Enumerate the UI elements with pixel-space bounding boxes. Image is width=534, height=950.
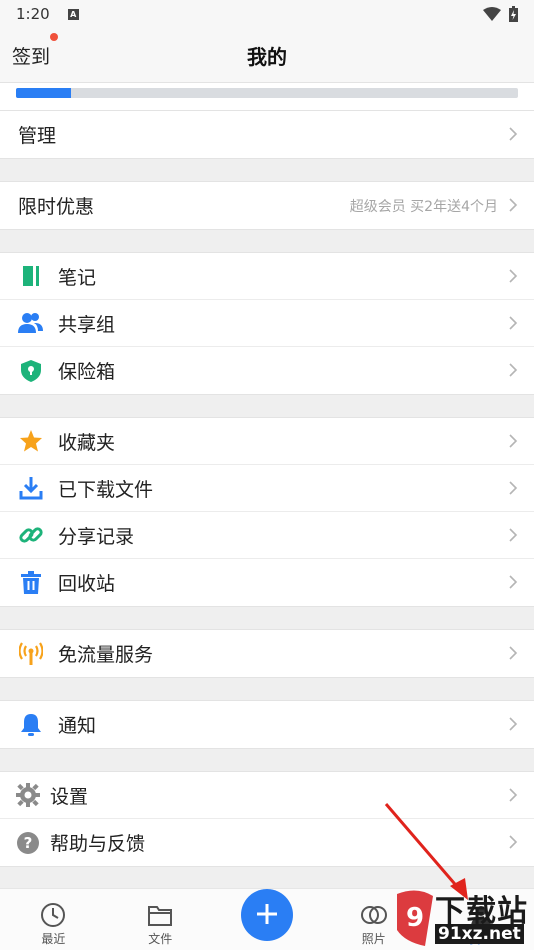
chevron-right-icon (509, 363, 518, 377)
manage-label: 管理 (18, 125, 57, 147)
chevron-right-icon (509, 316, 518, 330)
tools-section-1: 笔记 共享组 保险箱 (0, 252, 534, 395)
group-icon (0, 312, 46, 334)
chevron-right-icon (509, 481, 518, 495)
free-traffic-row[interactable]: 免流量服务 (0, 630, 534, 677)
antenna-icon (0, 641, 46, 666)
settings-label: 设置 (50, 785, 89, 808)
app-notification-icon: A (67, 8, 79, 20)
chevron-right-icon (509, 835, 518, 849)
promo-row[interactable]: 限时优惠 超级会员 买2年送4个月 (0, 182, 534, 229)
gear-icon (0, 783, 46, 807)
battery-icon (509, 6, 518, 22)
watermark-logo: 9 下载站 91xz.net (395, 886, 530, 948)
tab-add[interactable] (214, 889, 321, 950)
svg-text:9: 9 (406, 903, 424, 933)
safe-box-row[interactable]: 保险箱 (0, 347, 534, 394)
chevron-right-icon (509, 434, 518, 448)
watermark-text-url: 91xz.net (435, 924, 524, 944)
storage-bar-area[interactable] (0, 82, 534, 110)
favorites-label: 收藏夹 (58, 431, 116, 454)
top-header: 签到 我的 (0, 28, 534, 82)
wifi-icon (483, 7, 501, 21)
shared-group-label: 共享组 (58, 313, 116, 336)
recycle-bin-row[interactable]: 回收站 (0, 559, 534, 606)
link-icon (0, 523, 46, 547)
tools-section-2: 收藏夹 已下载文件 分享记录 回收站 (0, 417, 534, 607)
shield-icon (0, 359, 46, 383)
status-time: 1:20 (16, 5, 50, 23)
downloaded-files-row[interactable]: 已下载文件 (0, 465, 534, 512)
downloaded-files-label: 已下载文件 (58, 478, 154, 501)
status-bar: 1:20 A (0, 0, 534, 28)
folder-icon (148, 906, 173, 926)
shared-group-row[interactable]: 共享组 (0, 300, 534, 347)
tab-files-label: 文件 (148, 932, 173, 946)
signin-button[interactable]: 签到 (12, 42, 50, 69)
download-icon (0, 476, 46, 500)
tools-section-4: 通知 (0, 700, 534, 749)
star-icon (0, 429, 46, 453)
help-feedback-label: 帮助与反馈 (50, 833, 146, 855)
chevron-right-icon (509, 269, 518, 283)
chevron-right-icon (509, 198, 518, 212)
tools-section-3: 免流量服务 (0, 629, 534, 678)
free-traffic-label: 免流量服务 (58, 644, 154, 666)
storage-progress (16, 88, 518, 98)
notification-row[interactable]: 通知 (0, 701, 534, 748)
tab-files[interactable]: 文件 (107, 889, 214, 950)
signin-red-dot (50, 33, 58, 41)
notes-label: 笔记 (58, 266, 97, 289)
promo-section: 限时优惠 超级会员 买2年送4个月 (0, 181, 534, 230)
clock-icon (41, 903, 66, 927)
chevron-right-icon (509, 575, 518, 589)
add-button[interactable] (240, 889, 293, 941)
notification-label: 通知 (58, 715, 97, 737)
tab-recent[interactable]: 最近 (0, 889, 107, 950)
manage-row[interactable]: 管理 (0, 111, 534, 158)
chevron-right-icon (509, 788, 518, 802)
plus-icon (256, 904, 277, 924)
safe-box-label: 保险箱 (58, 361, 116, 383)
chevron-right-icon (509, 528, 518, 542)
share-history-label: 分享记录 (58, 525, 135, 548)
bell-icon (0, 713, 46, 737)
status-right (483, 6, 518, 22)
help-icon: ? (0, 831, 46, 855)
chevron-right-icon (509, 717, 518, 731)
recycle-bin-label: 回收站 (58, 573, 116, 595)
manage-section: 管理 (0, 110, 534, 159)
notes-row[interactable]: 笔记 (0, 253, 534, 300)
promo-hint: 超级会员 买2年送4个月 (349, 199, 498, 215)
photo-icon (360, 906, 387, 924)
tab-recent-label: 最近 (41, 932, 66, 946)
tab-photos-label: 照片 (361, 932, 386, 946)
storage-progress-fill (16, 88, 72, 98)
svg-text:?: ? (24, 834, 33, 852)
page-title: 我的 (247, 44, 287, 69)
promo-label: 限时优惠 (18, 196, 95, 218)
share-history-row[interactable]: 分享记录 (0, 512, 534, 559)
trash-icon (0, 570, 46, 595)
chevron-right-icon (509, 127, 518, 141)
favorites-row[interactable]: 收藏夹 (0, 418, 534, 465)
notebook-icon (0, 265, 46, 287)
chevron-right-icon (509, 646, 518, 660)
